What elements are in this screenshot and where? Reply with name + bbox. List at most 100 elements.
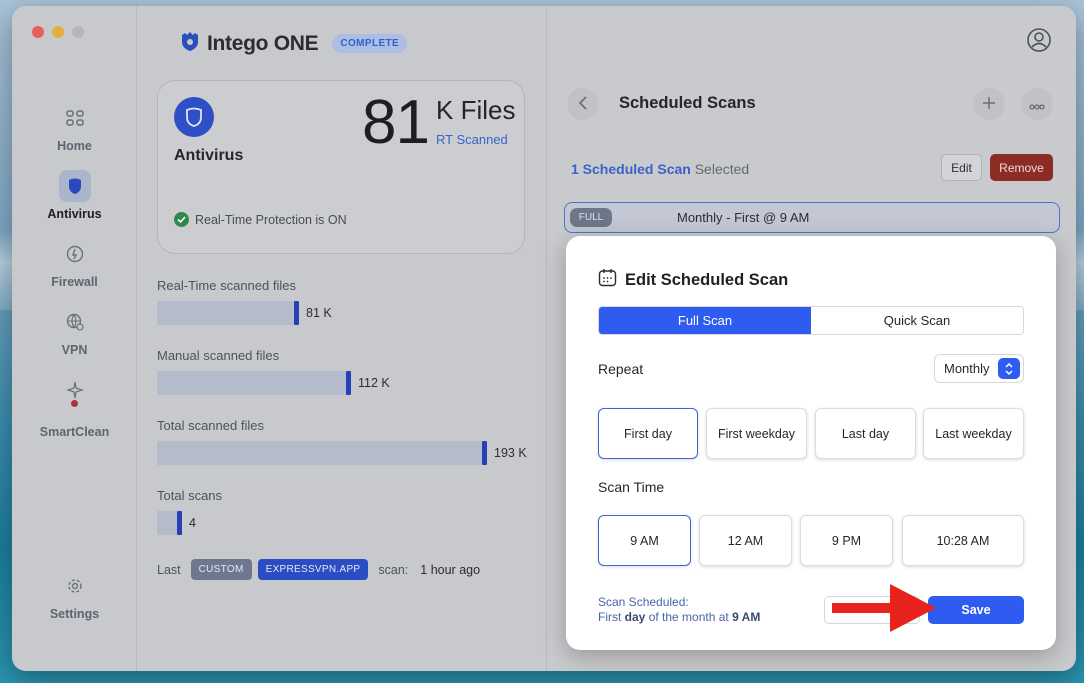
chevron-up-down-icon — [998, 358, 1020, 379]
protection-status-text: Real-Time Protection is ON — [195, 212, 347, 227]
shield-icon — [58, 170, 91, 202]
stat-label: Total scans — [157, 488, 223, 503]
rt-scanned-label: RT Scanned — [436, 132, 508, 147]
schedule-row[interactable]: FULL Monthly - First @ 9 AM — [564, 202, 1060, 233]
sidebar-item-label: Firewall — [51, 275, 98, 289]
sidebar-item-label: Settings — [49, 607, 100, 621]
red-arrow-annotation — [832, 582, 938, 639]
gear-icon — [59, 570, 91, 602]
sidebar-item-settings[interactable]: Settings — [12, 570, 137, 621]
scan-type-segmented-control: Full Scan Quick Scan — [598, 306, 1024, 335]
window-controls — [32, 26, 84, 38]
last-scan-row: Last CUSTOM EXPRESSVPN.APP scan: 1 hour … — [157, 559, 480, 580]
page-title: Scheduled Scans — [619, 94, 756, 112]
brand: Intego ONE COMPLETE — [179, 30, 408, 57]
stat-value: 4 — [189, 516, 196, 530]
dialog-header: Edit Scheduled Scan — [598, 268, 788, 292]
account-button[interactable] — [1023, 26, 1055, 58]
day-option-last-weekday[interactable]: Last weekday — [923, 408, 1024, 459]
repeat-select[interactable]: Monthly — [934, 354, 1024, 383]
summary-first: First — [598, 610, 622, 624]
scan-type-tag: CUSTOM — [190, 559, 252, 580]
antivirus-card[interactable]: Antivirus 81 K Files RT Scanned Real-Tim… — [157, 80, 525, 254]
sidebar-item-label: VPN — [61, 343, 88, 357]
stat-bar: 81 K — [157, 301, 537, 325]
time-option-12am[interactable]: 12 AM — [699, 515, 792, 566]
scan-type-badge: FULL — [570, 208, 612, 227]
repeat-label: Repeat — [598, 361, 644, 377]
brand-name: Intego ONE — [207, 31, 319, 55]
more-options-button[interactable] — [1021, 88, 1053, 120]
stat-bar: 193 K — [157, 441, 537, 465]
sidebar-item-vpn[interactable]: VPN — [12, 306, 137, 357]
time-option-9pm[interactable]: 9 PM — [800, 515, 893, 566]
plus-icon — [982, 94, 996, 115]
save-button[interactable]: Save — [928, 596, 1024, 624]
stat-bar: 112 K — [157, 371, 537, 395]
stat-realtime: Real-Time scanned files 81 K — [157, 278, 537, 325]
sidebar-item-firewall[interactable]: Firewall — [12, 238, 137, 289]
app-window: Home Antivirus Firewall VPN SmartClean S… — [12, 6, 1076, 671]
edit-button[interactable]: Edit — [941, 154, 982, 181]
day-option-first-day[interactable]: First day — [598, 408, 698, 459]
alert-dot — [71, 400, 78, 407]
sidebar-item-antivirus[interactable]: Antivirus — [12, 170, 137, 221]
day-option-first-weekday[interactable]: First weekday — [706, 408, 807, 459]
dialog-title: Edit Scheduled Scan — [625, 270, 789, 289]
check-icon — [174, 212, 189, 227]
edit-scheduled-scan-dialog: Edit Scheduled Scan Full Scan Quick Scan… — [566, 236, 1056, 650]
antivirus-overview: Intego ONE COMPLETE Antivirus 81 K Files… — [137, 6, 546, 671]
vpn-globe-icon — [59, 306, 91, 338]
close-window-button[interactable] — [32, 26, 44, 38]
back-button[interactable] — [567, 88, 599, 120]
stat-total-files: Total scanned files 193 K — [157, 418, 537, 465]
plan-badge: COMPLETE — [332, 34, 408, 53]
sidebar: Home Antivirus Firewall VPN SmartClean S… — [12, 6, 137, 671]
sidebar-item-label: Antivirus — [47, 207, 102, 221]
schedule-summary: Scan Scheduled: First day of the month a… — [598, 595, 760, 625]
last-scan-time: 1 hour ago — [420, 562, 481, 577]
scan-suffix: scan: — [378, 562, 409, 577]
home-icon — [59, 102, 91, 134]
antivirus-shield-icon — [174, 97, 214, 137]
selection-suffix: Selected — [694, 161, 750, 177]
sidebar-item-label: SmartClean — [39, 425, 110, 439]
stat-value: 81 K — [306, 306, 332, 320]
files-count: 81 — [362, 88, 430, 157]
sidebar-item-label: Home — [57, 139, 92, 153]
time-option-custom[interactable]: 10:28 AM — [902, 515, 1024, 566]
calendar-icon — [598, 268, 617, 292]
minimize-window-button[interactable] — [52, 26, 64, 38]
add-schedule-button[interactable] — [973, 88, 1005, 120]
day-option-last-day[interactable]: Last day — [815, 408, 916, 459]
stat-label: Real-Time scanned files — [157, 278, 296, 293]
summary-day: day — [624, 610, 646, 624]
repeat-value: Monthly — [944, 361, 990, 376]
zoom-window-button[interactable] — [72, 26, 84, 38]
selection-summary: 1 Scheduled Scan Selected — [571, 161, 749, 177]
summary-detail: First day of the month at 9 AM — [598, 610, 760, 625]
intego-logo-icon — [179, 30, 201, 57]
summary-mid: of the month at — [648, 610, 729, 624]
protection-status: Real-Time Protection is ON — [174, 212, 347, 227]
scan-time-label: Scan Time — [598, 479, 665, 495]
user-icon — [1026, 27, 1052, 58]
stat-manual: Manual scanned files 112 K — [157, 348, 537, 395]
time-option-9am[interactable]: 9 AM — [598, 515, 691, 566]
sidebar-item-home[interactable]: Home — [12, 102, 137, 153]
stat-value: 112 K — [358, 376, 390, 390]
files-unit: K Files — [436, 95, 516, 125]
chevron-left-icon — [578, 94, 588, 115]
summary-time: 9 AM — [732, 610, 761, 624]
firewall-icon — [59, 238, 91, 270]
last-label: Last — [157, 562, 181, 577]
quick-scan-segment[interactable]: Quick Scan — [811, 307, 1023, 334]
stat-bar: 4 — [157, 511, 537, 535]
ellipsis-icon — [1029, 94, 1045, 115]
schedule-description: Monthly - First @ 9 AM — [677, 210, 810, 225]
remove-button[interactable]: Remove — [990, 154, 1053, 181]
full-scan-segment[interactable]: Full Scan — [599, 307, 811, 334]
card-title: Antivirus — [174, 147, 244, 164]
summary-heading: Scan Scheduled: — [598, 595, 689, 609]
stat-total-scans: Total scans 4 — [157, 488, 537, 535]
